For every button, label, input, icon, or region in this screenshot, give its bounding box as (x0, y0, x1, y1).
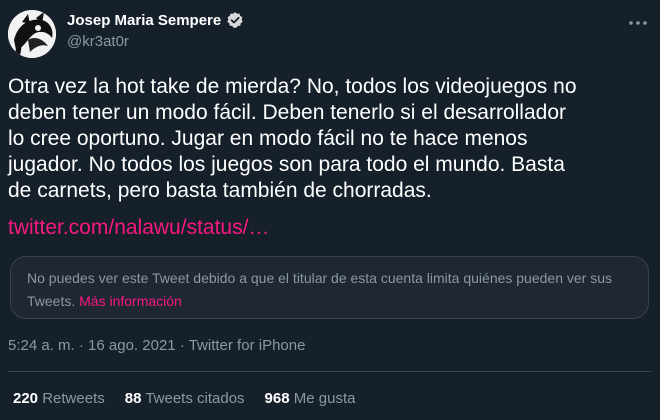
divider (8, 371, 652, 372)
meta-separator: · (179, 337, 185, 354)
likes-label: Me gusta (293, 390, 356, 407)
tweet-link[interactable]: twitter.com/nalawu/status/… (8, 215, 269, 241)
author-display-name[interactable]: Josep Maria Sempere (67, 12, 221, 29)
meta-separator: · (78, 337, 84, 354)
avatar[interactable] (8, 10, 56, 58)
quoted-tweet-unavailable: No puedes ver este Tweet debido a que el… (10, 256, 649, 319)
tweet-source[interactable]: Twitter for iPhone (189, 337, 306, 354)
quote-tweets-count: 88 (124, 390, 142, 407)
likes-count: 968 (264, 390, 290, 407)
retweets-count: 220 (13, 390, 39, 407)
author-name-row[interactable]: Josep Maria Sempere (67, 11, 244, 29)
verified-badge-icon (226, 11, 244, 29)
likes-stat[interactable]: 968 Me gusta (265, 390, 356, 407)
tweet-detail: Josep Maria Sempere @kr3at0r Otra vez la… (0, 0, 660, 420)
tweet-date[interactable]: 16 ago. 2021 (88, 337, 176, 354)
tweet-stats: 220 Retweets 88 Tweets citados 968 Me gu… (13, 390, 355, 407)
more-options-icon[interactable] (627, 12, 649, 34)
tweet-meta: 5:24 a. m. · 16 ago. 2021 · Twitter for … (8, 337, 305, 354)
avatar-illustration (8, 10, 56, 58)
quote-tweets-label: Tweets citados (145, 390, 245, 407)
quote-tweets-stat[interactable]: 88 Tweets citados (125, 390, 245, 407)
retweets-label: Retweets (42, 390, 105, 407)
tweet-time[interactable]: 5:24 a. m. (8, 337, 75, 354)
more-info-link[interactable]: Más información (79, 293, 182, 309)
author-handle[interactable]: @kr3at0r (67, 33, 129, 50)
tweet-header: Josep Maria Sempere @kr3at0r (0, 0, 660, 64)
retweets-stat[interactable]: 220 Retweets (13, 390, 105, 407)
tweet-text: Otra vez la hot take de mierda? No, todo… (8, 75, 577, 202)
